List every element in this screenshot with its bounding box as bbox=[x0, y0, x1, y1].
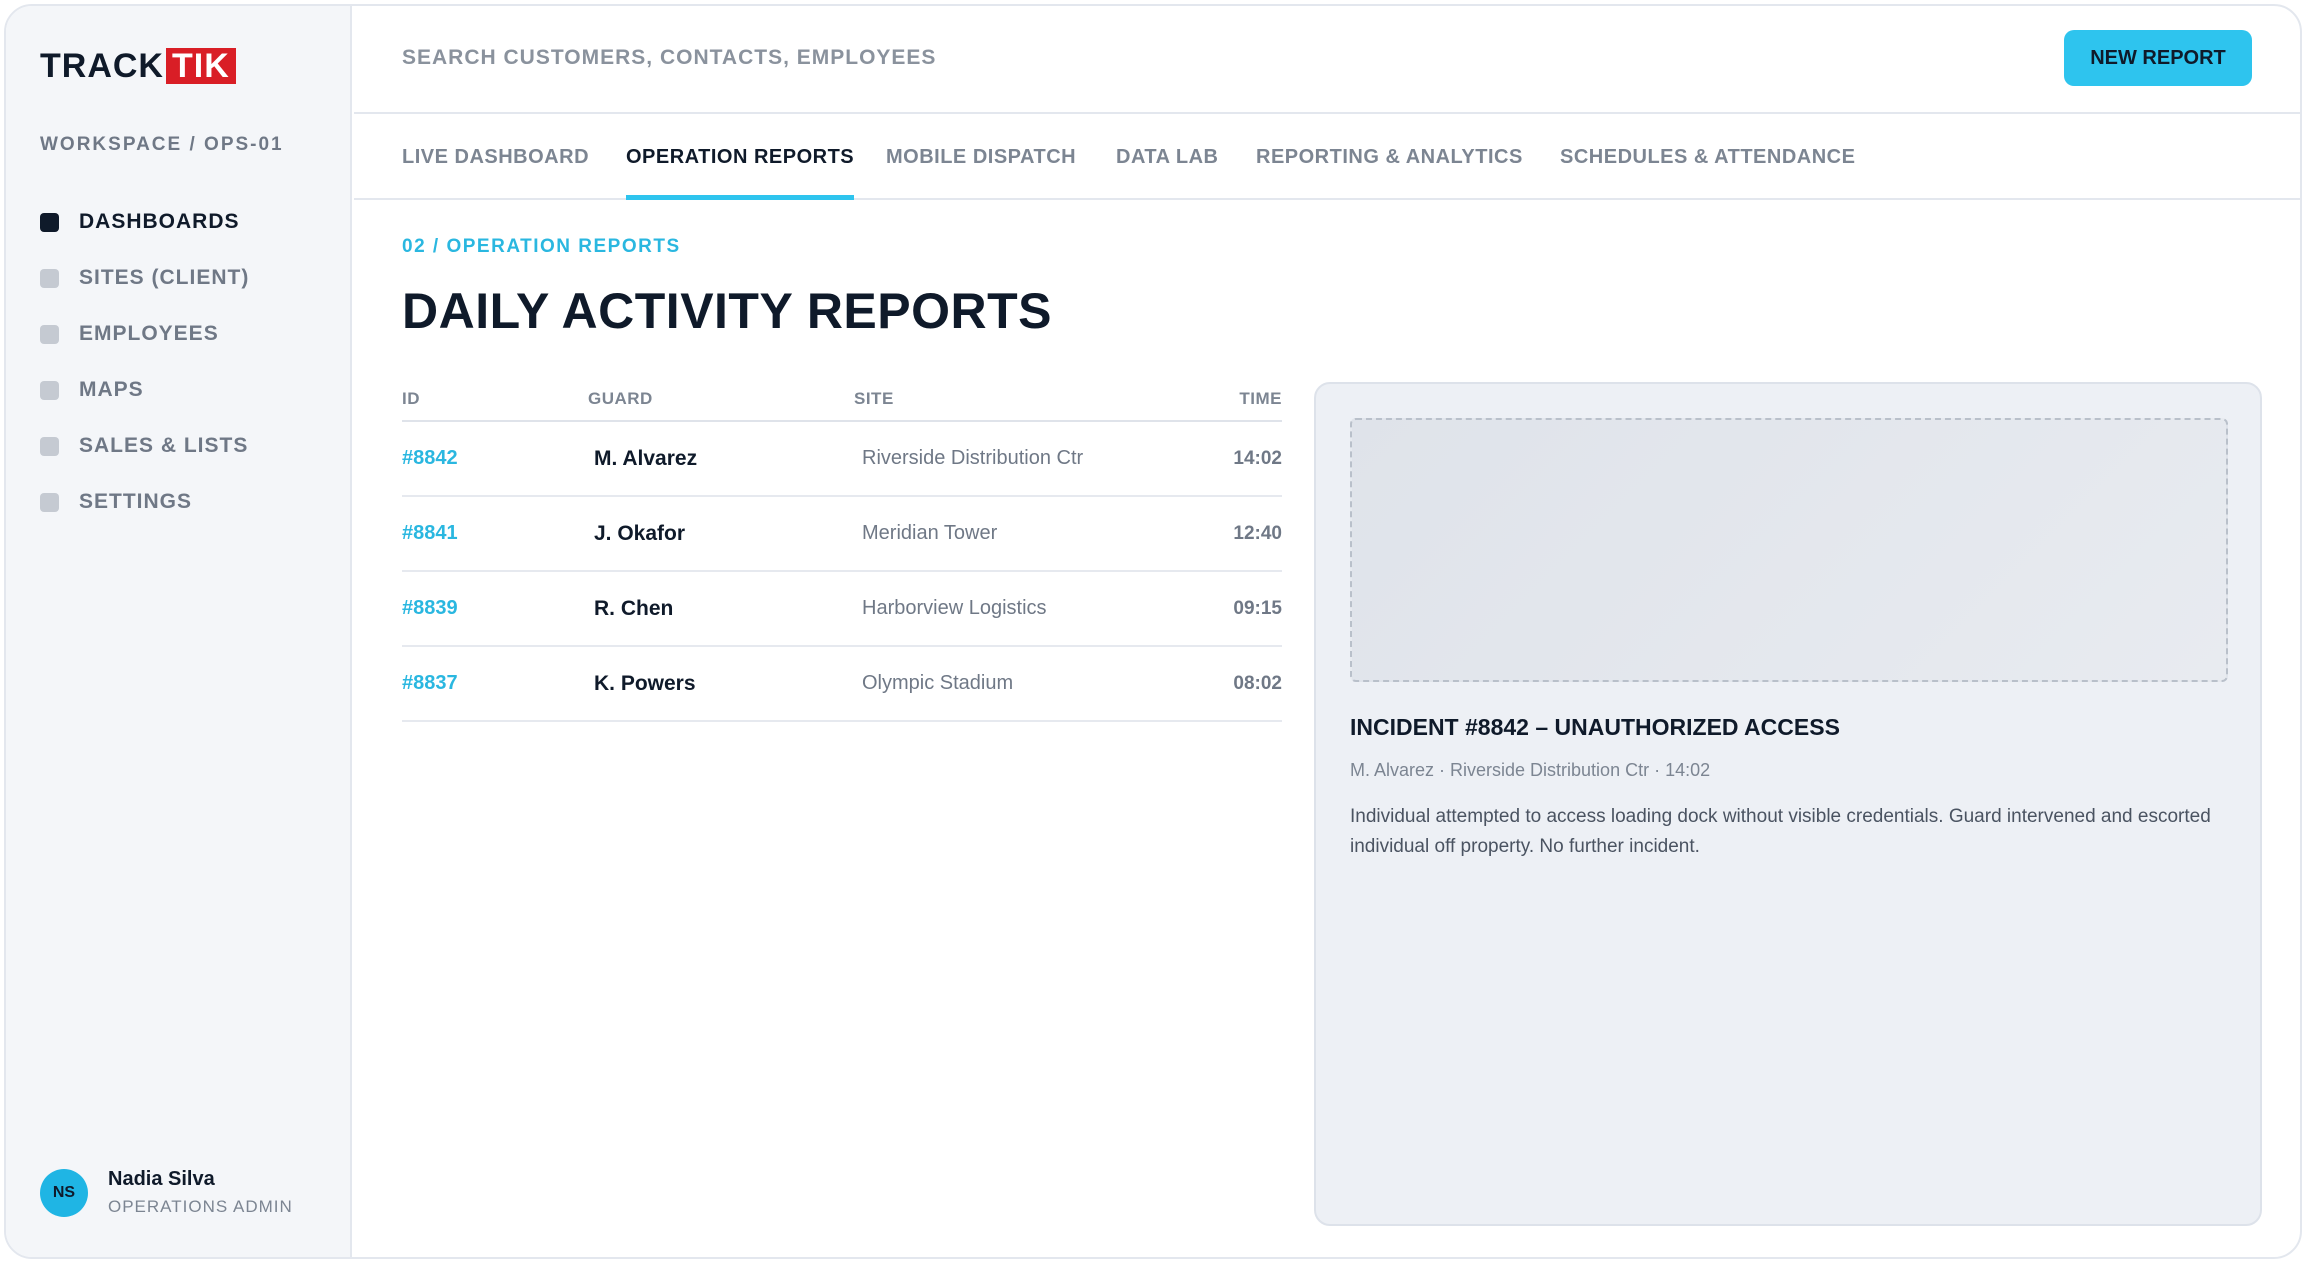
tab-live-dashboard[interactable]: LIVE DASHBOARD bbox=[402, 146, 589, 200]
guard-name: J. Okafor bbox=[594, 521, 686, 545]
square-icon bbox=[40, 324, 59, 344]
report-time: 08:02 bbox=[1233, 672, 1282, 694]
square-icon bbox=[40, 492, 59, 512]
tab-operation-reports[interactable]: OPERATION REPORTS bbox=[626, 146, 855, 200]
new-report-button[interactable]: NEW REPORT bbox=[2064, 30, 2252, 86]
tracktik-logo[interactable]: TRACK TIK bbox=[40, 46, 236, 85]
guard-name: M. Alvarez bbox=[594, 446, 698, 470]
search-input[interactable] bbox=[402, 46, 1102, 70]
sidebar: TRACK TIK WORKSPACE / OPS-01 DASHBOARDS … bbox=[6, 6, 352, 1257]
table-row[interactable]: #8837 K. Powers Olympic Stadium 08:02 bbox=[402, 647, 1282, 722]
workspace-label: WORKSPACE / OPS-01 bbox=[40, 134, 284, 155]
table-header: ID GUARD SITE TIME bbox=[402, 378, 1282, 422]
site-name: Olympic Stadium bbox=[862, 672, 1014, 694]
tab-bar: LIVE DASHBOARD OPERATION REPORTS MOBILE … bbox=[354, 116, 2300, 200]
sidebar-item-settings[interactable]: SETTINGS bbox=[40, 474, 249, 530]
incident-title: INCIDENT #8842 – UNAUTHORIZED ACCESS bbox=[1350, 714, 1840, 740]
square-icon bbox=[40, 212, 59, 232]
column-header-guard[interactable]: GUARD bbox=[588, 389, 854, 409]
logo-text-tik: TIK bbox=[165, 48, 236, 84]
table-row[interactable]: #8841 J. Okafor Meridian Tower 12:40 bbox=[402, 497, 1282, 572]
column-header-site[interactable]: SITE bbox=[854, 389, 1162, 409]
reports-table: ID GUARD SITE TIME #8842 M. Alvarez Rive… bbox=[402, 378, 1282, 722]
site-name: Meridian Tower bbox=[862, 522, 998, 544]
sidebar-item-label: SETTINGS bbox=[79, 490, 193, 513]
incident-description: Individual attempted to access loading d… bbox=[1350, 806, 2211, 857]
tab-mobile-dispatch[interactable]: MOBILE DISPATCH bbox=[886, 146, 1076, 200]
logo-text-track: TRACK bbox=[40, 46, 164, 85]
guard-name: R. Chen bbox=[594, 596, 674, 620]
sidebar-item-sites[interactable]: SITES (CLIENT) bbox=[40, 250, 249, 306]
table-row[interactable]: #8842 M. Alvarez Riverside Distribution … bbox=[402, 422, 1282, 497]
report-time: 09:15 bbox=[1233, 597, 1282, 619]
page-title: DAILY ACTIVITY REPORTS bbox=[402, 283, 1053, 339]
topbar: NEW REPORT bbox=[354, 6, 2300, 114]
incident-detail-panel: INCIDENT #8842 – UNAUTHORIZED ACCESS M. … bbox=[1314, 382, 2262, 1226]
user-info: Nadia Silva OPERATIONS ADMIN bbox=[108, 1168, 293, 1217]
app-window: TRACK TIK WORKSPACE / OPS-01 DASHBOARDS … bbox=[4, 4, 2302, 1259]
report-time: 12:40 bbox=[1233, 522, 1282, 544]
site-name: Harborview Logistics bbox=[862, 597, 1047, 619]
square-icon bbox=[40, 436, 59, 456]
column-header-id[interactable]: ID bbox=[402, 389, 588, 409]
guard-name: K. Powers bbox=[594, 671, 696, 695]
report-time: 14:02 bbox=[1233, 447, 1282, 469]
report-id-link[interactable]: #8841 bbox=[402, 522, 588, 545]
report-id-link[interactable]: #8842 bbox=[402, 447, 588, 470]
sidebar-item-dashboards[interactable]: DASHBOARDS bbox=[40, 194, 249, 250]
square-icon bbox=[40, 380, 59, 400]
sidebar-item-employees[interactable]: EMPLOYEES bbox=[40, 306, 249, 362]
incident-media-placeholder[interactable] bbox=[1350, 418, 2228, 682]
avatar: NS bbox=[40, 1168, 88, 1217]
user-name: Nadia Silva bbox=[108, 1168, 215, 1190]
sidebar-item-sales-lists[interactable]: SALES & LISTS bbox=[40, 418, 249, 474]
tab-reporting-analytics[interactable]: REPORTING & ANALYTICS bbox=[1256, 146, 1523, 200]
sidebar-nav: DASHBOARDS SITES (CLIENT) EMPLOYEES MAPS… bbox=[40, 194, 249, 530]
sidebar-item-label: SALES & LISTS bbox=[79, 434, 249, 457]
tab-schedules-attendance[interactable]: SCHEDULES & ATTENDANCE bbox=[1560, 146, 1855, 200]
sidebar-item-label: DASHBOARDS bbox=[79, 210, 240, 233]
breadcrumb[interactable]: 02 / OPERATION REPORTS bbox=[402, 236, 681, 258]
sidebar-item-maps[interactable]: MAPS bbox=[40, 362, 249, 418]
column-header-time[interactable]: TIME bbox=[1162, 389, 1282, 409]
sidebar-item-label: EMPLOYEES bbox=[79, 322, 219, 345]
report-id-link[interactable]: #8839 bbox=[402, 597, 588, 620]
tab-data-lab[interactable]: DATA LAB bbox=[1116, 146, 1219, 200]
sidebar-item-label: SITES (CLIENT) bbox=[79, 266, 250, 289]
sidebar-item-label: MAPS bbox=[79, 378, 144, 401]
square-icon bbox=[40, 268, 59, 288]
user-role: OPERATIONS ADMIN bbox=[108, 1197, 293, 1216]
user-profile[interactable]: NS Nadia Silva OPERATIONS ADMIN bbox=[40, 1168, 293, 1217]
report-id-link[interactable]: #8837 bbox=[402, 672, 588, 695]
incident-meta: M. Alvarez · Riverside Distribution Ctr … bbox=[1350, 760, 1711, 780]
table-row[interactable]: #8839 R. Chen Harborview Logistics 09:15 bbox=[402, 572, 1282, 647]
site-name: Riverside Distribution Ctr bbox=[862, 447, 1084, 469]
